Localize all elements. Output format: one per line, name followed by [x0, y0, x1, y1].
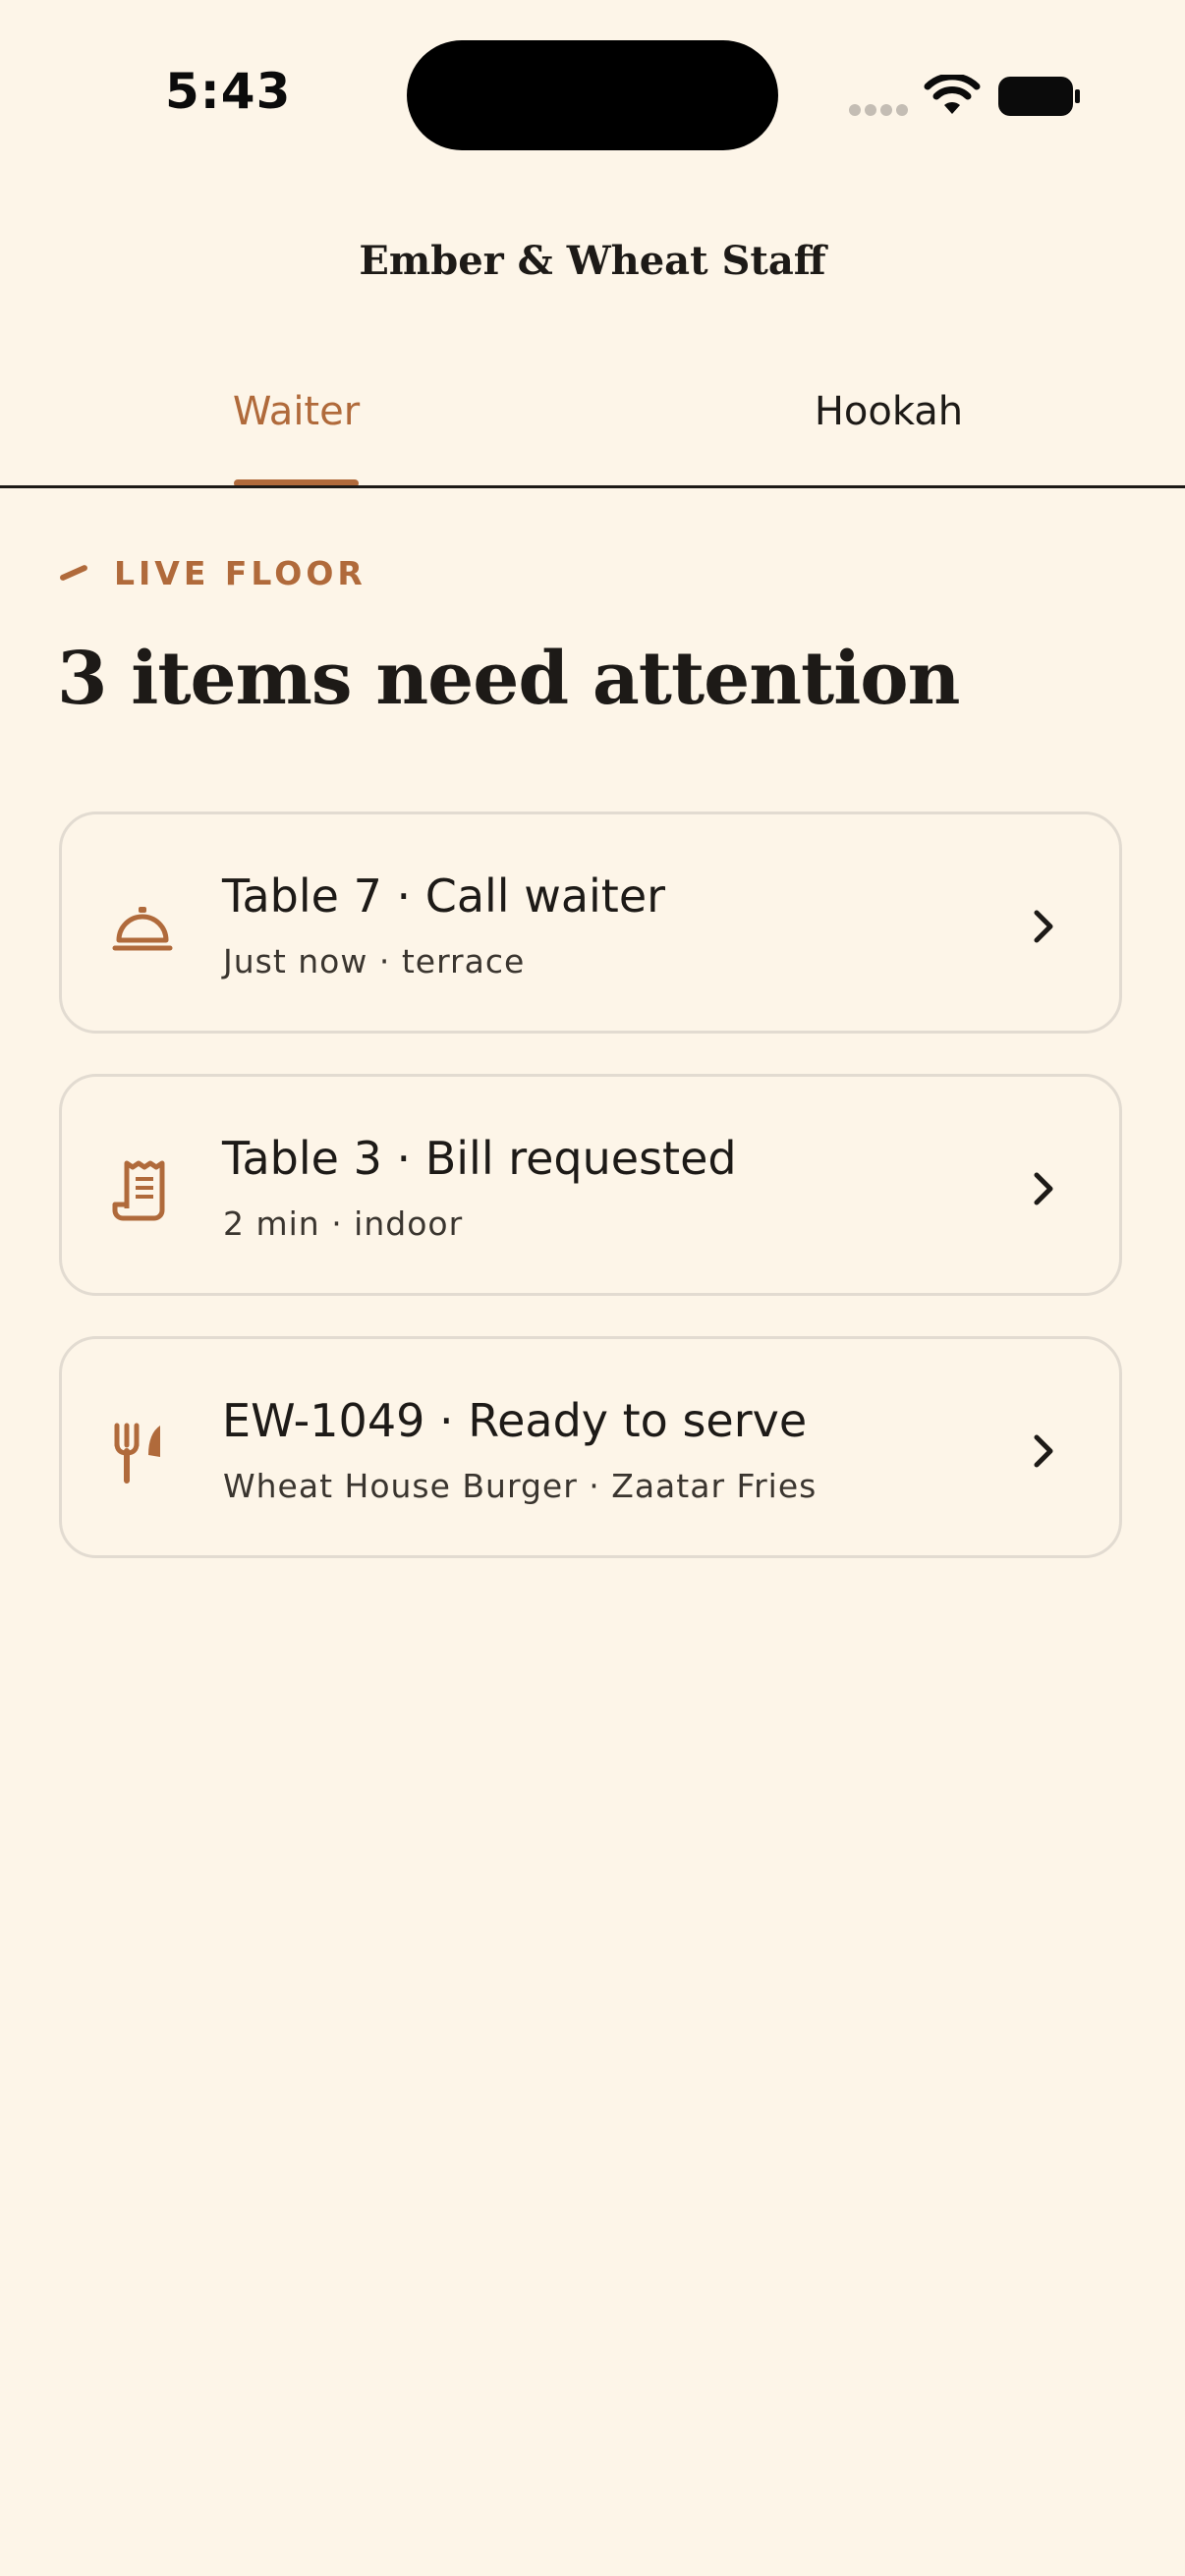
eyebrow-dash-icon [59, 564, 88, 582]
card-title: Table 7 · Call waiter [222, 869, 666, 923]
service-bell-icon [112, 907, 173, 951]
app-title: Ember & Wheat Staff [359, 238, 826, 284]
status-time: 5:43 [165, 63, 292, 120]
chevron-right-icon [1034, 1434, 1053, 1468]
tab-hookah[interactable]: Hookah [592, 389, 1185, 434]
card-title: EW-1049 · Ready to serve [222, 1394, 808, 1447]
card-title: Table 3 · Bill requested [222, 1132, 737, 1185]
attention-item-card[interactable]: Table 3 · Bill requested 2 min · indoor [59, 1074, 1122, 1296]
dynamic-island [407, 40, 778, 150]
tabs-divider [0, 485, 1185, 488]
chevron-right-icon [1034, 910, 1053, 943]
card-subtitle: 2 min · indoor [223, 1204, 464, 1243]
attention-item-card[interactable]: Table 7 · Call waiter Just now · terrace [59, 812, 1122, 1034]
card-subtitle: Just now · terrace [223, 942, 526, 980]
fork-knife-icon [114, 1423, 160, 1484]
card-subtitle: Wheat House Burger · Zaatar Fries [223, 1467, 818, 1505]
eyebrow-label: LIVE FLOOR [114, 554, 367, 592]
tab-bar: Waiter Hookah [0, 354, 1185, 487]
receipt-icon [112, 1160, 165, 1221]
status-bar: 5:43 [0, 0, 1185, 187]
battery-icon [998, 77, 1080, 116]
tab-waiter[interactable]: Waiter [0, 389, 592, 434]
attention-item-card[interactable]: EW-1049 · Ready to serve Wheat House Bur… [59, 1336, 1122, 1558]
wifi-icon [924, 75, 981, 114]
chevron-right-icon [1034, 1172, 1053, 1205]
page-headline: 3 items need attention [57, 637, 960, 721]
cellular-signal-icon [849, 104, 908, 116]
